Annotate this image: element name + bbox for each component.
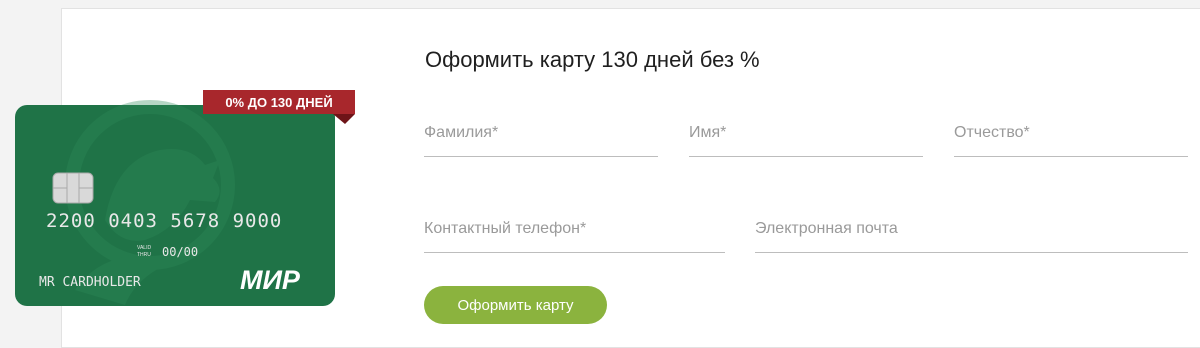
phone-input[interactable] — [424, 220, 725, 238]
middlename-field[interactable] — [954, 107, 1188, 157]
chip-icon — [52, 172, 94, 204]
valid-date: 00/00 — [162, 245, 198, 259]
mir-logo: МИР — [240, 265, 301, 295]
lastname-input[interactable] — [424, 124, 658, 142]
valid-label-top: VALID — [137, 245, 151, 251]
card-number: 2200 0403 5678 9000 — [46, 210, 282, 232]
email-input[interactable] — [755, 220, 1188, 238]
cardholder-name: MR CARDHOLDER — [39, 275, 141, 290]
submit-application-button[interactable]: Оформить карту — [424, 286, 607, 324]
email-field[interactable] — [755, 203, 1188, 253]
firstname-field[interactable] — [689, 107, 923, 157]
credit-card-image: 0% ДО 130 ДНЕЙ 2200 0403 5678 9000 VALID… — [15, 90, 355, 308]
form-title: Оформить карту 130 дней без % — [425, 47, 760, 72]
phone-field[interactable] — [424, 203, 725, 253]
firstname-input[interactable] — [689, 124, 923, 142]
middlename-input[interactable] — [954, 124, 1188, 142]
lastname-field[interactable] — [424, 107, 658, 157]
valid-label-bottom: THRU — [137, 252, 151, 258]
promo-badge-text: 0% ДО 130 ДНЕЙ — [225, 95, 332, 110]
